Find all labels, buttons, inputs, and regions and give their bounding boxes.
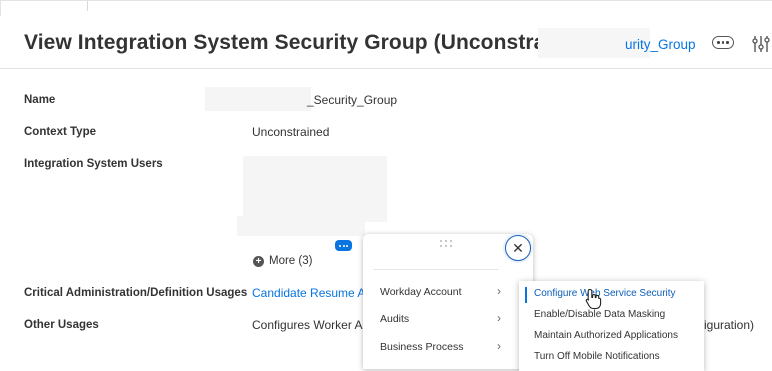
close-icon: ✕ [512, 240, 524, 256]
drag-handle-icon[interactable] [440, 240, 454, 248]
more-horizontal-icon[interactable] [712, 36, 734, 49]
header-security-group-link[interactable]: urity_Group [625, 37, 696, 52]
workday-account-submenu: Configure Web Service Security Enable/Di… [519, 281, 704, 371]
related-actions-icon[interactable] [335, 240, 352, 251]
category-label: Audits [380, 313, 410, 325]
menu-item-label: Enable/Disable Data Masking [534, 309, 666, 320]
other-usages-value: Configures Worker All [252, 318, 368, 332]
category-workday-account[interactable]: Workday Account › [363, 281, 513, 305]
integration-system-users-label: Integration System Users [24, 158, 163, 170]
page-header: View Integration System Security Group (… [0, 16, 772, 69]
active-indicator [525, 287, 527, 303]
plus-circle-icon: + [253, 255, 264, 267]
close-button[interactable]: ✕ [505, 235, 531, 261]
chevron-right-icon: › [497, 311, 501, 325]
menu-item-label: Turn Off Mobile Notifications [534, 351, 660, 362]
other-usages-value-tail: iguration) [704, 318, 755, 332]
configure-icon[interactable] [752, 32, 772, 56]
menu-item-turn-off-mobile-notifications[interactable]: Turn Off Mobile Notifications [519, 347, 704, 367]
chevron-right-icon: › [497, 284, 501, 298]
redacted-region [205, 87, 311, 111]
redacted-region [243, 156, 387, 222]
menu-item-label: Configure Web Service Security [534, 288, 676, 299]
menu-item-enable-disable-data-masking[interactable]: Enable/Disable Data Masking [519, 305, 704, 325]
redacted-region [237, 216, 365, 236]
menu-item-configure-web-service-security[interactable]: Configure Web Service Security [519, 284, 704, 304]
menu-item-label: Maintain Authorized Applications [534, 330, 678, 341]
critical-usages-link[interactable]: Candidate Resume At [252, 286, 369, 300]
critical-usages-label: Critical Administration/Definition Usage… [24, 287, 248, 299]
related-actions-popup: ✕ Workday Account › Audits › Business Pr… [363, 234, 533, 369]
category-label: Workday Account [380, 286, 462, 298]
category-label: Business Process [380, 341, 464, 353]
frame-divider [87, 1, 88, 11]
more-button[interactable]: + More (3) [253, 255, 312, 267]
name-value: _Security_Group [307, 93, 398, 107]
popup-divider [373, 269, 499, 270]
other-usages-label: Other Usages [24, 319, 99, 331]
more-label: More (3) [269, 255, 313, 267]
name-label: Name [24, 94, 56, 106]
context-type-label: Context Type [24, 126, 96, 138]
chevron-right-icon: › [497, 339, 501, 353]
context-type-value: Unconstrained [252, 125, 330, 139]
page-title: View Integration System Security Group (… [24, 31, 597, 54]
category-audits[interactable]: Audits › [363, 308, 513, 332]
category-business-process[interactable]: Business Process › [363, 336, 513, 360]
menu-item-maintain-authorized-applications[interactable]: Maintain Authorized Applications [519, 326, 704, 346]
